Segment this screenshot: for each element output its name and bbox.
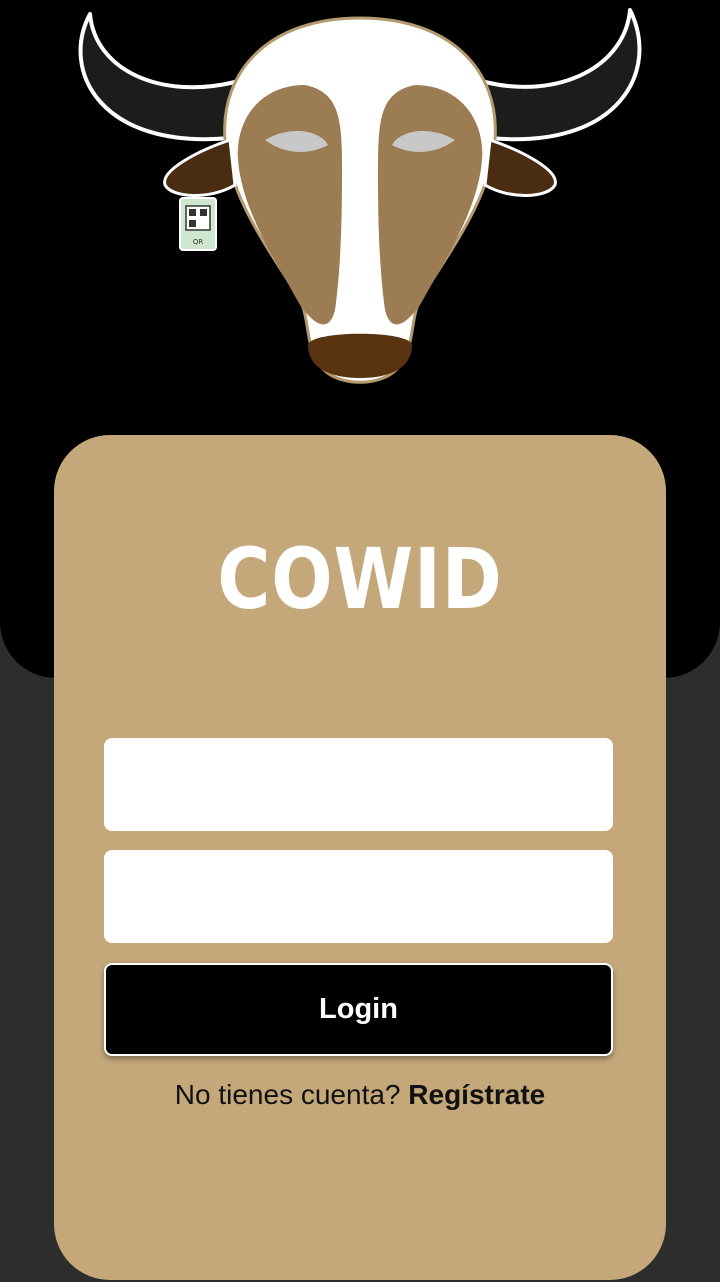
app-title: COWID [217,530,503,628]
login-button[interactable]: Login [104,963,613,1056]
username-input[interactable] [104,738,613,831]
register-link[interactable]: Regístrate [408,1079,545,1110]
password-input[interactable] [104,850,613,943]
cow-head-icon: QR [78,8,642,384]
svg-text:QR: QR [193,238,204,246]
register-prompt-line: No tienes cuenta? Regístrate [0,1079,720,1111]
register-prompt-text: No tienes cuenta? [174,1079,409,1110]
